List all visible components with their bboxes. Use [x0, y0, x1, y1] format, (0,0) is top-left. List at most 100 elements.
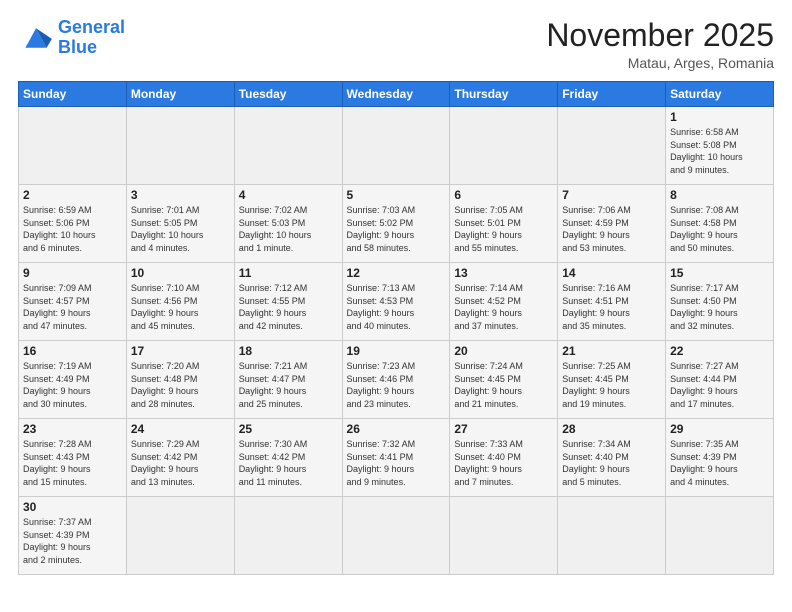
calendar-header-sunday: Sunday: [19, 82, 127, 107]
day-info: Sunrise: 7:25 AM Sunset: 4:45 PM Dayligh…: [562, 360, 661, 410]
calendar-cell: 14 Sunrise: 7:16 AM Sunset: 4:51 PM Dayli…: [558, 263, 666, 341]
day-info: Sunrise: 7:17 AM Sunset: 4:50 PM Dayligh…: [670, 282, 769, 332]
calendar-cell: 11Sunrise: 7:12 AM Sunset: 4:55 PM Dayli…: [234, 263, 342, 341]
day-number: 19: [347, 344, 446, 358]
calendar-cell: 22 Sunrise: 7:27 AM Sunset: 4:44 PM Dayli…: [666, 341, 774, 419]
calendar-cell: 16 Sunrise: 7:19 AM Sunset: 4:49 PM Dayli…: [19, 341, 127, 419]
calendar-cell: 19 Sunrise: 7:23 AM Sunset: 4:46 PM Dayli…: [342, 341, 450, 419]
day-info: Sunrise: 7:30 AM Sunset: 4:42 PM Dayligh…: [239, 438, 338, 488]
logo-text: General Blue: [58, 18, 125, 58]
calendar-cell: 30Sunrise: 7:37 AM Sunset: 4:39 PM Dayli…: [19, 497, 127, 575]
calendar-cell: 1 Sunrise: 6:58 AM Sunset: 5:08 PM Daylig…: [666, 107, 774, 185]
calendar-cell: 7Sunrise: 7:06 AM Sunset: 4:59 PM Daylig…: [558, 185, 666, 263]
calendar-cell: 8 Sunrise: 7:08 AM Sunset: 4:58 PM Daylig…: [666, 185, 774, 263]
calendar-cell: 26 Sunrise: 7:32 AM Sunset: 4:41 PM Dayli…: [342, 419, 450, 497]
calendar-cell: [666, 497, 774, 575]
day-info: Sunrise: 7:20 AM Sunset: 4:48 PM Dayligh…: [131, 360, 230, 410]
calendar-header-monday: Monday: [126, 82, 234, 107]
day-number: 20: [454, 344, 553, 358]
day-number: 25: [239, 422, 338, 436]
day-number: 26: [347, 422, 446, 436]
calendar-cell: [342, 107, 450, 185]
day-info: Sunrise: 6:58 AM Sunset: 5:08 PM Dayligh…: [670, 126, 769, 176]
day-number: 22: [670, 344, 769, 358]
calendar-week-2: 2Sunrise: 6:59 AM Sunset: 5:06 PM Daylig…: [19, 185, 774, 263]
day-info: Sunrise: 7:09 AM Sunset: 4:57 PM Dayligh…: [23, 282, 122, 332]
day-number: 30: [23, 500, 122, 514]
calendar-cell: [234, 107, 342, 185]
day-info: Sunrise: 7:23 AM Sunset: 4:46 PM Dayligh…: [347, 360, 446, 410]
calendar-cell: [342, 497, 450, 575]
day-number: 6: [454, 188, 553, 202]
day-info: Sunrise: 7:28 AM Sunset: 4:43 PM Dayligh…: [23, 438, 122, 488]
calendar-cell: [558, 107, 666, 185]
day-info: Sunrise: 7:01 AM Sunset: 5:05 PM Dayligh…: [131, 204, 230, 254]
day-number: 14: [562, 266, 661, 280]
calendar-table: SundayMondayTuesdayWednesdayThursdayFrid…: [18, 81, 774, 575]
day-info: Sunrise: 7:05 AM Sunset: 5:01 PM Dayligh…: [454, 204, 553, 254]
day-number: 18: [239, 344, 338, 358]
calendar-header-thursday: Thursday: [450, 82, 558, 107]
calendar-header-row: SundayMondayTuesdayWednesdayThursdayFrid…: [19, 82, 774, 107]
day-number: 1: [670, 110, 769, 124]
calendar-cell: [126, 107, 234, 185]
day-number: 5: [347, 188, 446, 202]
day-number: 21: [562, 344, 661, 358]
day-info: Sunrise: 7:27 AM Sunset: 4:44 PM Dayligh…: [670, 360, 769, 410]
month-title: November 2025: [546, 18, 774, 53]
calendar-week-5: 23Sunrise: 7:28 AM Sunset: 4:43 PM Dayli…: [19, 419, 774, 497]
day-info: Sunrise: 7:29 AM Sunset: 4:42 PM Dayligh…: [131, 438, 230, 488]
calendar-cell: 4 Sunrise: 7:02 AM Sunset: 5:03 PM Daylig…: [234, 185, 342, 263]
logo-general: General: [58, 17, 125, 37]
calendar-cell: 12Sunrise: 7:13 AM Sunset: 4:53 PM Dayli…: [342, 263, 450, 341]
calendar-cell: 23Sunrise: 7:28 AM Sunset: 4:43 PM Dayli…: [19, 419, 127, 497]
day-info: Sunrise: 7:32 AM Sunset: 4:41 PM Dayligh…: [347, 438, 446, 488]
calendar-cell: 29Sunrise: 7:35 AM Sunset: 4:39 PM Dayli…: [666, 419, 774, 497]
day-number: 4: [239, 188, 338, 202]
calendar-cell: 25 Sunrise: 7:30 AM Sunset: 4:42 PM Dayli…: [234, 419, 342, 497]
day-number: 16: [23, 344, 122, 358]
calendar-cell: 20 Sunrise: 7:24 AM Sunset: 4:45 PM Dayli…: [450, 341, 558, 419]
day-info: Sunrise: 7:24 AM Sunset: 4:45 PM Dayligh…: [454, 360, 553, 410]
day-number: 15: [670, 266, 769, 280]
day-info: Sunrise: 7:06 AM Sunset: 4:59 PM Dayligh…: [562, 204, 661, 254]
day-info: Sunrise: 7:14 AM Sunset: 4:52 PM Dayligh…: [454, 282, 553, 332]
calendar-cell: 9Sunrise: 7:09 AM Sunset: 4:57 PM Daylig…: [19, 263, 127, 341]
calendar-cell: 6 Sunrise: 7:05 AM Sunset: 5:01 PM Daylig…: [450, 185, 558, 263]
calendar-cell: [450, 107, 558, 185]
day-number: 3: [131, 188, 230, 202]
logo: General Blue: [18, 18, 125, 58]
calendar-cell: [450, 497, 558, 575]
calendar-cell: [126, 497, 234, 575]
day-number: 17: [131, 344, 230, 358]
calendar-week-4: 16 Sunrise: 7:19 AM Sunset: 4:49 PM Dayli…: [19, 341, 774, 419]
day-number: 2: [23, 188, 122, 202]
calendar-week-1: 1 Sunrise: 6:58 AM Sunset: 5:08 PM Daylig…: [19, 107, 774, 185]
calendar-week-3: 9Sunrise: 7:09 AM Sunset: 4:57 PM Daylig…: [19, 263, 774, 341]
calendar-cell: 3 Sunrise: 7:01 AM Sunset: 5:05 PM Daylig…: [126, 185, 234, 263]
day-number: 12: [347, 266, 446, 280]
calendar-cell: 10Sunrise: 7:10 AM Sunset: 4:56 PM Dayli…: [126, 263, 234, 341]
day-info: Sunrise: 7:08 AM Sunset: 4:58 PM Dayligh…: [670, 204, 769, 254]
calendar-header-friday: Friday: [558, 82, 666, 107]
day-info: Sunrise: 7:19 AM Sunset: 4:49 PM Dayligh…: [23, 360, 122, 410]
calendar-header-saturday: Saturday: [666, 82, 774, 107]
logo-blue: Blue: [58, 37, 97, 57]
calendar-cell: 13 Sunrise: 7:14 AM Sunset: 4:52 PM Dayli…: [450, 263, 558, 341]
calendar-cell: 21 Sunrise: 7:25 AM Sunset: 4:45 PM Dayli…: [558, 341, 666, 419]
day-number: 8: [670, 188, 769, 202]
calendar-header-wednesday: Wednesday: [342, 82, 450, 107]
calendar-cell: 5Sunrise: 7:03 AM Sunset: 5:02 PM Daylig…: [342, 185, 450, 263]
calendar-cell: 2Sunrise: 6:59 AM Sunset: 5:06 PM Daylig…: [19, 185, 127, 263]
calendar-cell: 17 Sunrise: 7:20 AM Sunset: 4:48 PM Dayli…: [126, 341, 234, 419]
day-info: Sunrise: 7:02 AM Sunset: 5:03 PM Dayligh…: [239, 204, 338, 254]
calendar-cell: [19, 107, 127, 185]
location: Matau, Arges, Romania: [546, 55, 774, 71]
page: General Blue November 2025 Matau, Arges,…: [0, 0, 792, 612]
day-number: 13: [454, 266, 553, 280]
day-number: 11: [239, 266, 338, 280]
calendar-cell: 18Sunrise: 7:21 AM Sunset: 4:47 PM Dayli…: [234, 341, 342, 419]
day-info: Sunrise: 7:16 AM Sunset: 4:51 PM Dayligh…: [562, 282, 661, 332]
day-number: 27: [454, 422, 553, 436]
day-info: Sunrise: 7:34 AM Sunset: 4:40 PM Dayligh…: [562, 438, 661, 488]
